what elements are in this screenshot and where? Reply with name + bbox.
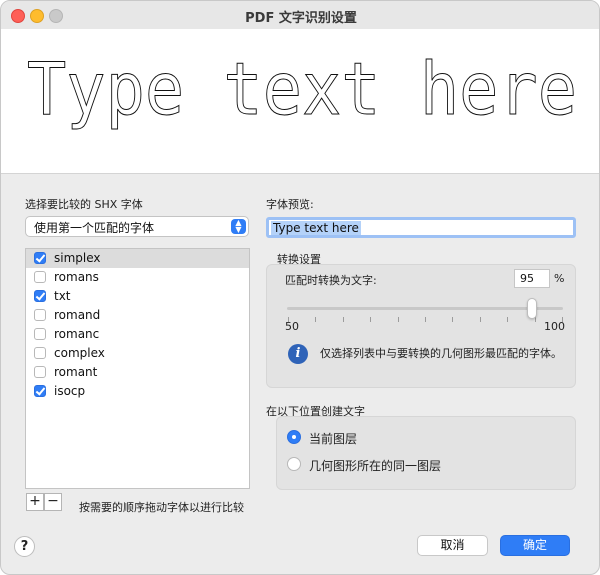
shx-font-list[interactable]: simplex romans txt romand romanc complex… (25, 248, 250, 489)
font-checkbox[interactable] (34, 347, 46, 359)
create-text-group (276, 416, 576, 490)
slider-tick (507, 317, 509, 322)
font-name: simplex (54, 251, 101, 265)
preview-text-value: Type text here (271, 221, 361, 235)
preview-sample-text: Type text here (27, 47, 577, 131)
font-checkbox[interactable] (34, 309, 46, 321)
font-list-item[interactable]: romanc (26, 325, 249, 344)
percent-unit: % (554, 272, 565, 285)
match-percent-field[interactable]: 95 (514, 269, 550, 288)
titlebar: PDF 文字识别设置 (1, 1, 599, 29)
slider-tick (425, 317, 426, 322)
dialog-window: PDF 文字识别设置 Type text here 选择要比较的 SHX 字体 … (0, 0, 600, 575)
drag-hint-text: 按需要的顺序拖动字体以进行比较 (79, 501, 244, 514)
add-font-button[interactable]: + (26, 493, 44, 511)
match-slider-knob[interactable] (527, 298, 537, 319)
info-text: 仅选择列表中与要转换的几何图形最匹配的字体。 (320, 347, 562, 360)
slider-tick (370, 317, 372, 322)
slider-max-label: 100 (544, 320, 565, 333)
font-list-item[interactable]: complex (26, 344, 249, 363)
font-name: txt (54, 289, 71, 303)
font-match-popup[interactable]: 使用第一个匹配的字体 ▲ ▼ (25, 216, 249, 237)
slider-tick (397, 317, 399, 322)
help-button[interactable]: ? (14, 536, 35, 557)
font-match-popup-value: 使用第一个匹配的字体 (34, 221, 155, 235)
font-name: isocp (54, 384, 86, 398)
radio-current-layer-label: 当前图层 (309, 432, 358, 446)
font-compare-label: 选择要比较的 SHX 字体 (25, 198, 143, 211)
font-list-item[interactable]: romant (26, 363, 249, 382)
font-list-item[interactable]: simplex (26, 249, 249, 268)
match-slider-track[interactable] (287, 307, 563, 310)
font-checkbox[interactable] (34, 385, 46, 397)
font-checkbox[interactable] (34, 328, 46, 340)
font-checkbox[interactable] (34, 271, 46, 283)
font-name: complex (54, 346, 105, 360)
slider-tick (315, 317, 317, 322)
ok-button[interactable]: 确定 (500, 535, 570, 556)
font-checkbox[interactable] (34, 252, 46, 264)
font-list-item[interactable]: txt (26, 287, 249, 306)
preview-svg: Type text here (27, 47, 578, 132)
slider-tick (479, 317, 481, 322)
font-checkbox[interactable] (34, 290, 46, 302)
window-title: PDF 文字识别设置 (245, 11, 357, 26)
chevron-updown-icon: ▲ ▼ (231, 219, 246, 234)
font-preview-label: 字体预览: (266, 198, 314, 211)
font-name: romand (54, 308, 101, 322)
font-list-item[interactable]: romand (26, 306, 249, 325)
slider-tick (452, 317, 454, 322)
font-name: romans (54, 270, 99, 284)
radio-same-layer-label: 几何图形所在的同一图层 (309, 459, 442, 473)
slider-min-label: 50 (285, 320, 299, 333)
radio-current-layer[interactable] (287, 430, 301, 444)
font-name: romant (54, 365, 98, 379)
slider-tick (342, 317, 344, 322)
info-icon: i (288, 344, 308, 364)
match-convert-label: 匹配时转换为文字: (285, 274, 377, 287)
font-list-item[interactable]: isocp (26, 382, 249, 401)
font-list-item[interactable]: romans (26, 268, 249, 287)
font-preview-area: Type text here (1, 29, 599, 174)
match-percent-value: 95 (520, 272, 534, 285)
radio-same-layer[interactable] (287, 457, 301, 471)
font-checkbox[interactable] (34, 366, 46, 378)
cancel-button[interactable]: 取消 (417, 535, 488, 556)
preview-text-field[interactable]: Type text here (266, 217, 576, 238)
font-name: romanc (54, 327, 100, 341)
remove-font-button[interactable]: − (44, 493, 62, 511)
